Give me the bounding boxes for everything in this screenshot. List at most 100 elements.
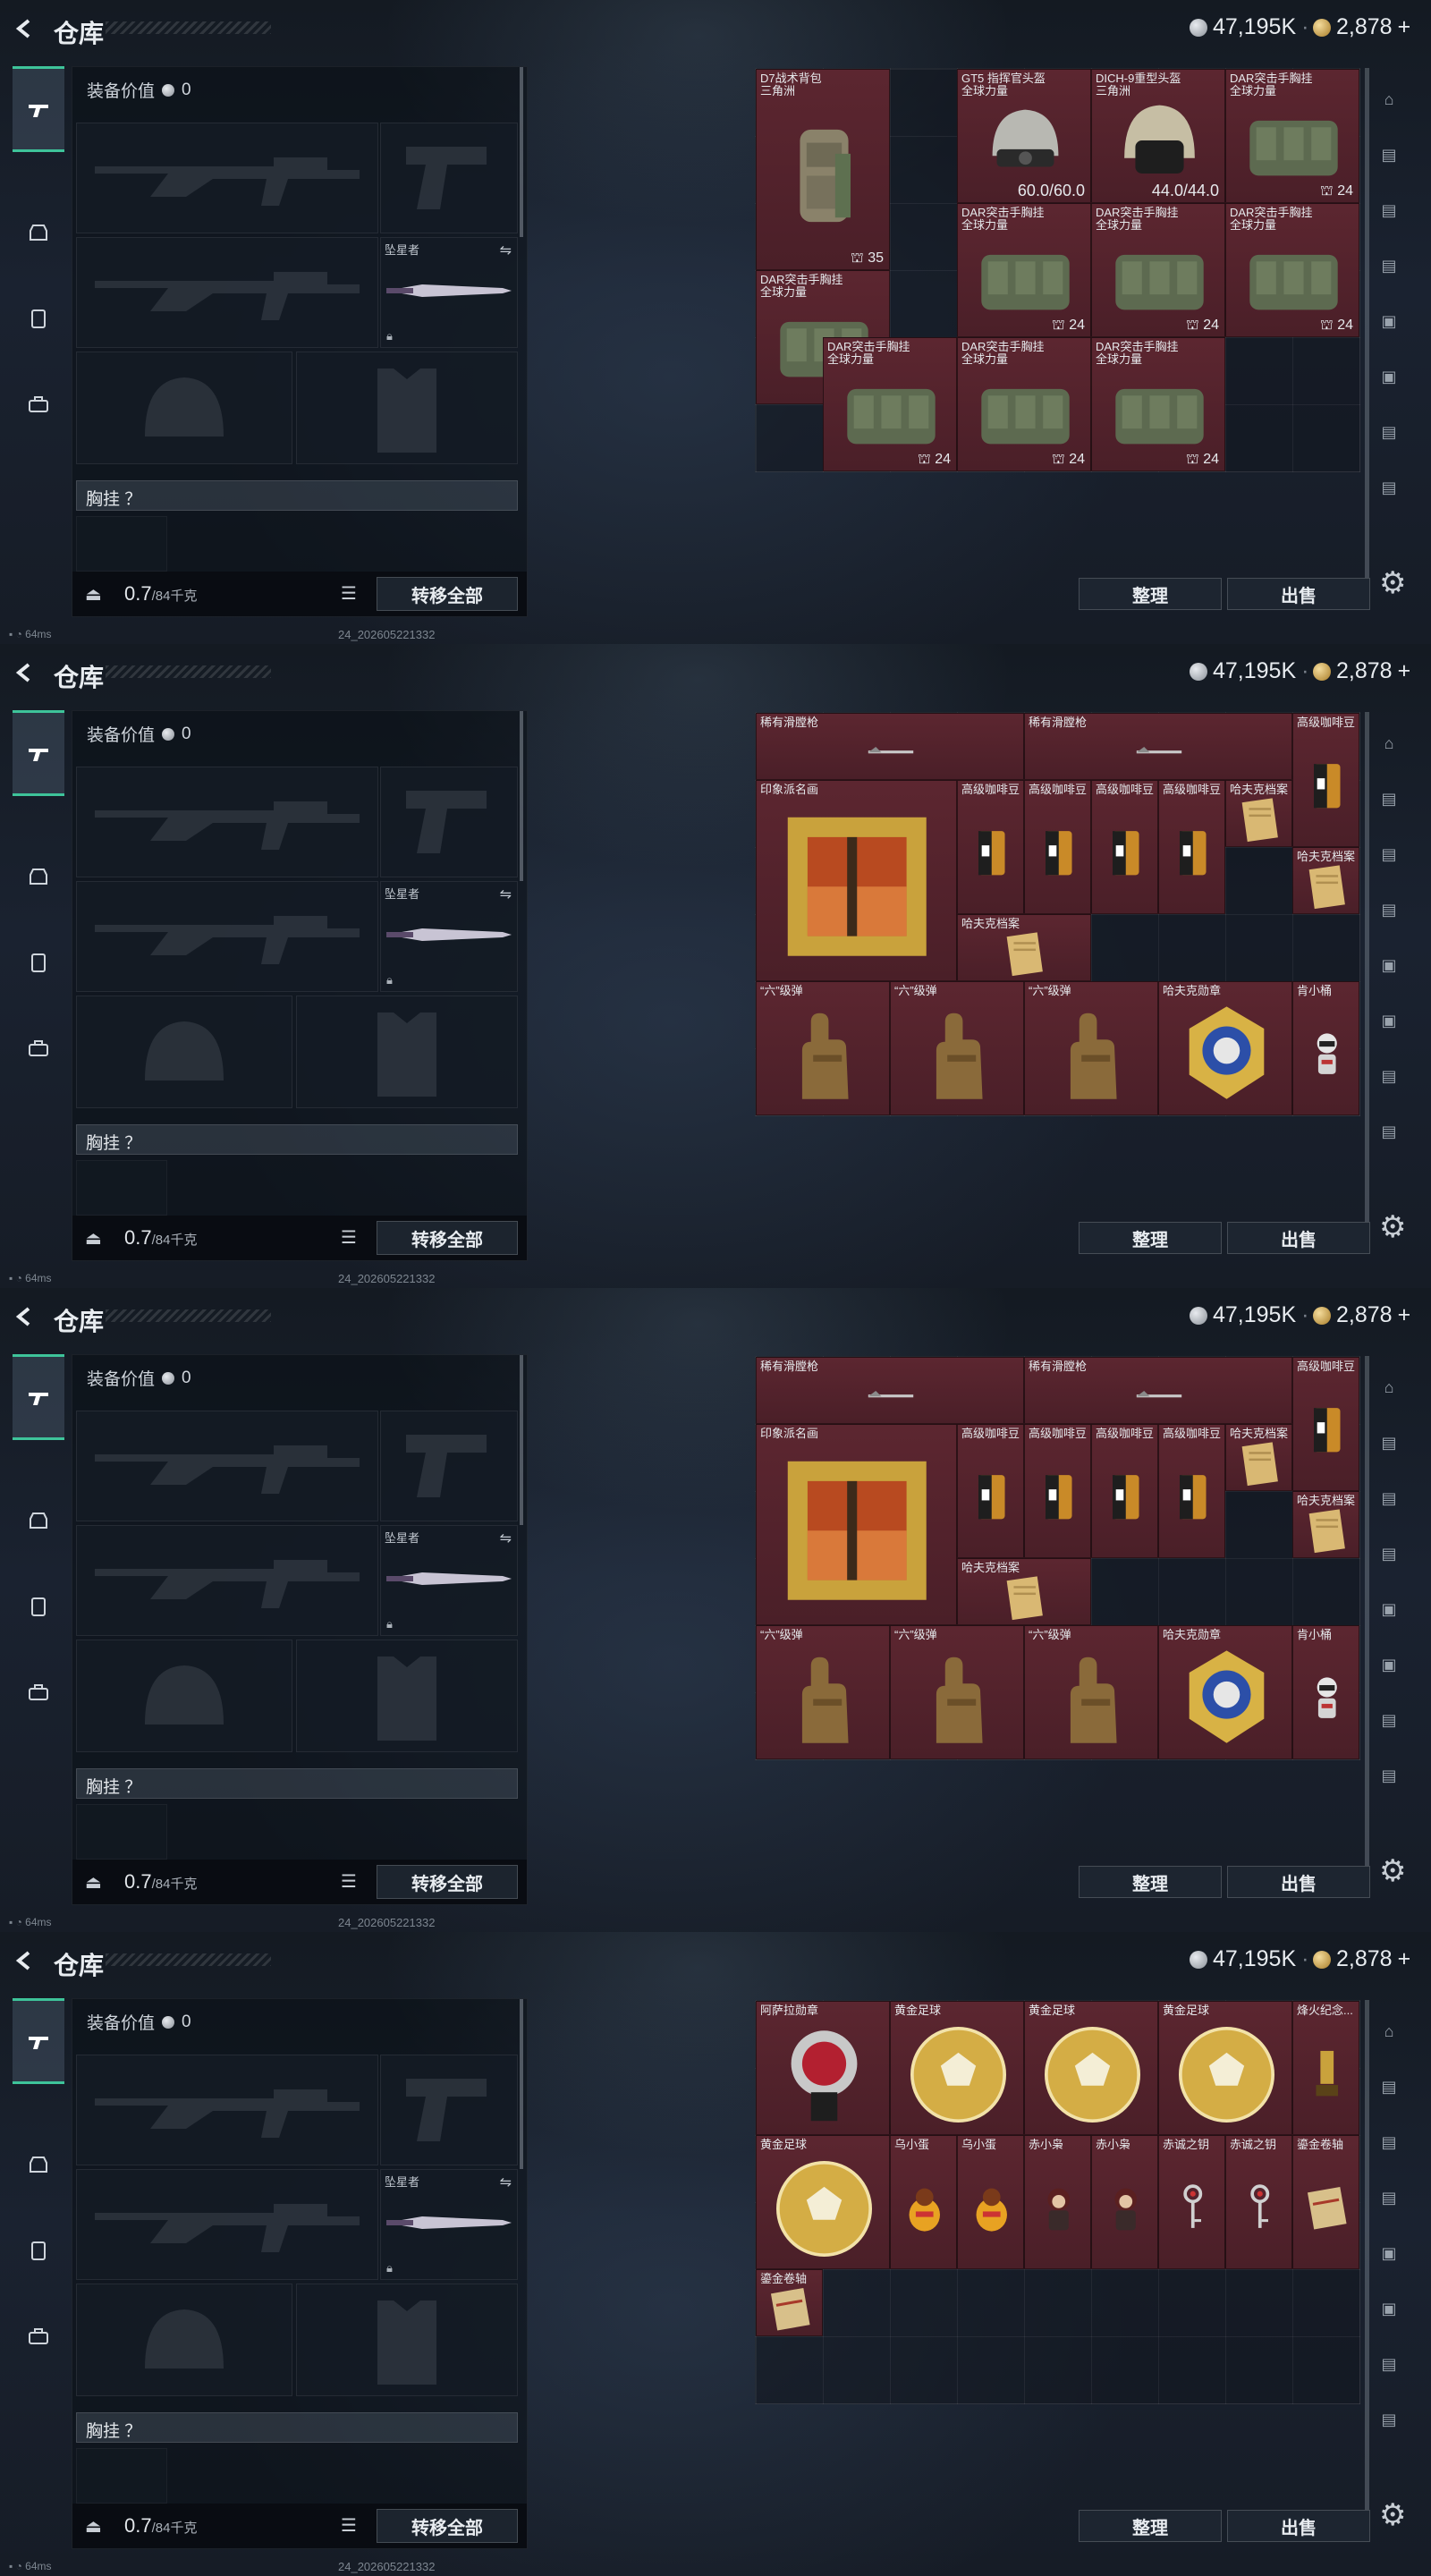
container-tab-icon[interactable]: ▤	[1370, 136, 1408, 174]
stash-item[interactable]: 高级咖啡豆	[1091, 1424, 1158, 1558]
container-tab-icon[interactable]: ▤	[1370, 1535, 1408, 1572]
tab-cases[interactable]	[13, 1665, 64, 1719]
swap-icon[interactable]: ⇋	[500, 2174, 512, 2191]
add-gold-icon[interactable]: +	[1398, 1946, 1411, 1972]
tab-weapons[interactable]	[13, 1354, 64, 1440]
container-tab-icon[interactable]: ⌂	[1370, 2012, 1408, 2050]
stash-item[interactable]: 黄金足球	[1158, 2001, 1292, 2135]
stash-item[interactable]: 赤小枭	[1091, 2135, 1158, 2269]
stash-item[interactable]: 烽火纪念...	[1292, 2001, 1359, 2135]
tab-cases[interactable]	[13, 377, 64, 431]
stash-item[interactable]: “六”级弹	[1024, 1625, 1158, 1759]
stash-item[interactable]: 高级咖啡豆	[1091, 780, 1158, 914]
container-tab-icon[interactable]: ▤	[1370, 835, 1408, 873]
container-tab-icon[interactable]: ▣	[1370, 358, 1408, 395]
swap-icon[interactable]: ⇋	[500, 886, 512, 903]
add-gold-icon[interactable]: +	[1398, 658, 1411, 684]
melee-slot[interactable]: 坠星者 ⇋ 🔒︎	[380, 1525, 518, 1636]
list-icon[interactable]: ☰	[341, 2514, 357, 2537]
armor-slot[interactable]	[296, 1640, 518, 1752]
stash-item[interactable]: 哈夫克勋章	[1158, 1625, 1292, 1759]
gear-icon[interactable]: ⚙	[1379, 1853, 1406, 1889]
container-tab-icon[interactable]: ▤	[1370, 469, 1408, 506]
swap-icon[interactable]: ⇋	[500, 1530, 512, 1547]
container-tab-icon[interactable]: ▤	[1370, 2345, 1408, 2383]
stash-item[interactable]: 阿萨拉勋章	[756, 2001, 890, 2135]
stash-item[interactable]: 高级咖啡豆	[957, 1424, 1024, 1558]
stash-item[interactable]: DICH-9重型头盔 三角洲 44.0/44.0	[1091, 69, 1225, 203]
tab-cases[interactable]	[13, 1021, 64, 1075]
stash-item[interactable]: 黄金足球	[756, 2135, 890, 2269]
container-tab-icon[interactable]: ▤	[1370, 413, 1408, 451]
sell-button[interactable]: 出售	[1227, 1222, 1370, 1254]
chest-rig-cell[interactable]	[76, 1804, 167, 1860]
stash-item[interactable]: 哈夫克档案	[1225, 1424, 1292, 1491]
armor-slot[interactable]	[296, 996, 518, 1108]
stash-item[interactable]: 稀有滑膛枪	[1024, 1357, 1292, 1424]
gear-icon[interactable]: ⚙	[1379, 565, 1406, 601]
stash-item[interactable]: “六”级弹	[1024, 981, 1158, 1115]
back-icon[interactable]	[14, 1306, 34, 1327]
loadout-scrollbar[interactable]	[520, 1355, 523, 1525]
loadout-scrollbar[interactable]	[520, 1999, 523, 2169]
stash-scrollbar[interactable]	[1365, 2000, 1369, 2510]
stash-item[interactable]: DAR突击手胸挂 全球力量 ⛫ 24	[1225, 203, 1359, 337]
container-tab-icon[interactable]: ▤	[1370, 1424, 1408, 1462]
gold-currency[interactable]: 2,878 +	[1313, 1946, 1410, 1972]
container-tab-icon[interactable]: ▤	[1370, 2123, 1408, 2161]
loadout-scrollbar[interactable]	[520, 67, 523, 237]
container-tab-icon[interactable]: ⌂	[1370, 80, 1408, 118]
stash-item[interactable]: 赤诚之钥	[1225, 2135, 1292, 2269]
sell-button[interactable]: 出售	[1227, 1866, 1370, 1898]
container-tab-icon[interactable]: ▤	[1370, 1479, 1408, 1517]
stash-item[interactable]: D7战术背包 三角洲 ⛫ 35	[756, 69, 890, 270]
stash-item[interactable]: 赤诚之钥	[1158, 2135, 1225, 2269]
stash-item[interactable]: 印象派名画	[756, 1424, 957, 1625]
tab-consumables[interactable]	[13, 936, 64, 989]
container-tab-icon[interactable]: ▣	[1370, 2290, 1408, 2327]
pistol-slot[interactable]	[380, 1411, 518, 1521]
stash-item[interactable]: 印象派名画	[756, 780, 957, 981]
tab-armor[interactable]	[13, 2138, 64, 2191]
stash-item[interactable]: 哈夫克档案	[1292, 1491, 1359, 1558]
chest-rig-slot[interactable]: 胸挂 ？	[76, 1768, 518, 1799]
chest-rig-slot[interactable]: 胸挂 ？	[76, 1124, 518, 1155]
container-tab-icon[interactable]: ▣	[1370, 1002, 1408, 1039]
stash-item[interactable]: 黄金足球	[1024, 2001, 1158, 2135]
container-tab-icon[interactable]: ▤	[1370, 1057, 1408, 1095]
tab-armor[interactable]	[13, 850, 64, 903]
stash-item[interactable]: 稀有滑膛枪	[756, 713, 1024, 780]
container-tab-icon[interactable]: ▤	[1370, 2179, 1408, 2216]
stash-item[interactable]: 哈夫克档案	[1225, 780, 1292, 847]
back-icon[interactable]	[14, 1950, 34, 1971]
container-tab-icon[interactable]: ▤	[1370, 2068, 1408, 2106]
stash-item[interactable]: “六”级弹	[890, 981, 1024, 1115]
secondary-weapon-slot[interactable]	[76, 237, 378, 348]
helmet-slot[interactable]	[76, 1640, 292, 1752]
stash-item[interactable]: 肯小桶	[1292, 1625, 1359, 1759]
stash-item[interactable]: DAR突击手胸挂 全球力量 ⛫ 24	[823, 337, 957, 471]
stash-item[interactable]: “六”级弹	[756, 981, 890, 1115]
container-tab-icon[interactable]: ▣	[1370, 1646, 1408, 1683]
pistol-slot[interactable]	[380, 123, 518, 233]
container-tab-icon[interactable]: ▤	[1370, 191, 1408, 229]
stash-item[interactable]: 乌小蛋	[957, 2135, 1024, 2269]
container-tab-icon[interactable]: ▤	[1370, 891, 1408, 928]
stash-item[interactable]: 高级咖啡豆	[1024, 780, 1091, 914]
melee-slot[interactable]: 坠星者 ⇋ 🔒︎	[380, 881, 518, 992]
gold-currency[interactable]: 2,878 +	[1313, 658, 1410, 684]
helmet-slot[interactable]	[76, 352, 292, 464]
stash-item[interactable]: 高级咖啡豆	[1292, 713, 1359, 847]
stash-grid[interactable]: D7战术背包 三角洲 ⛫ 35 GT5 指挥官头盔 全球力量 60.0/60.0…	[755, 68, 1360, 472]
stash-item[interactable]: 黄金足球	[890, 2001, 1024, 2135]
container-tab-icon[interactable]: ▣	[1370, 302, 1408, 340]
tab-consumables[interactable]	[13, 1580, 64, 1633]
stash-item[interactable]: 鎏金卷轴	[1292, 2135, 1359, 2269]
sort-button[interactable]: 整理	[1079, 1866, 1222, 1898]
container-tab-icon[interactable]: ▣	[1370, 1590, 1408, 1628]
stash-item[interactable]: 乌小蛋	[890, 2135, 957, 2269]
sell-button[interactable]: 出售	[1227, 578, 1370, 610]
stash-item[interactable]: GT5 指挥官头盔 全球力量 60.0/60.0	[957, 69, 1091, 203]
add-gold-icon[interactable]: +	[1398, 14, 1411, 40]
stash-scrollbar[interactable]	[1365, 712, 1369, 1222]
